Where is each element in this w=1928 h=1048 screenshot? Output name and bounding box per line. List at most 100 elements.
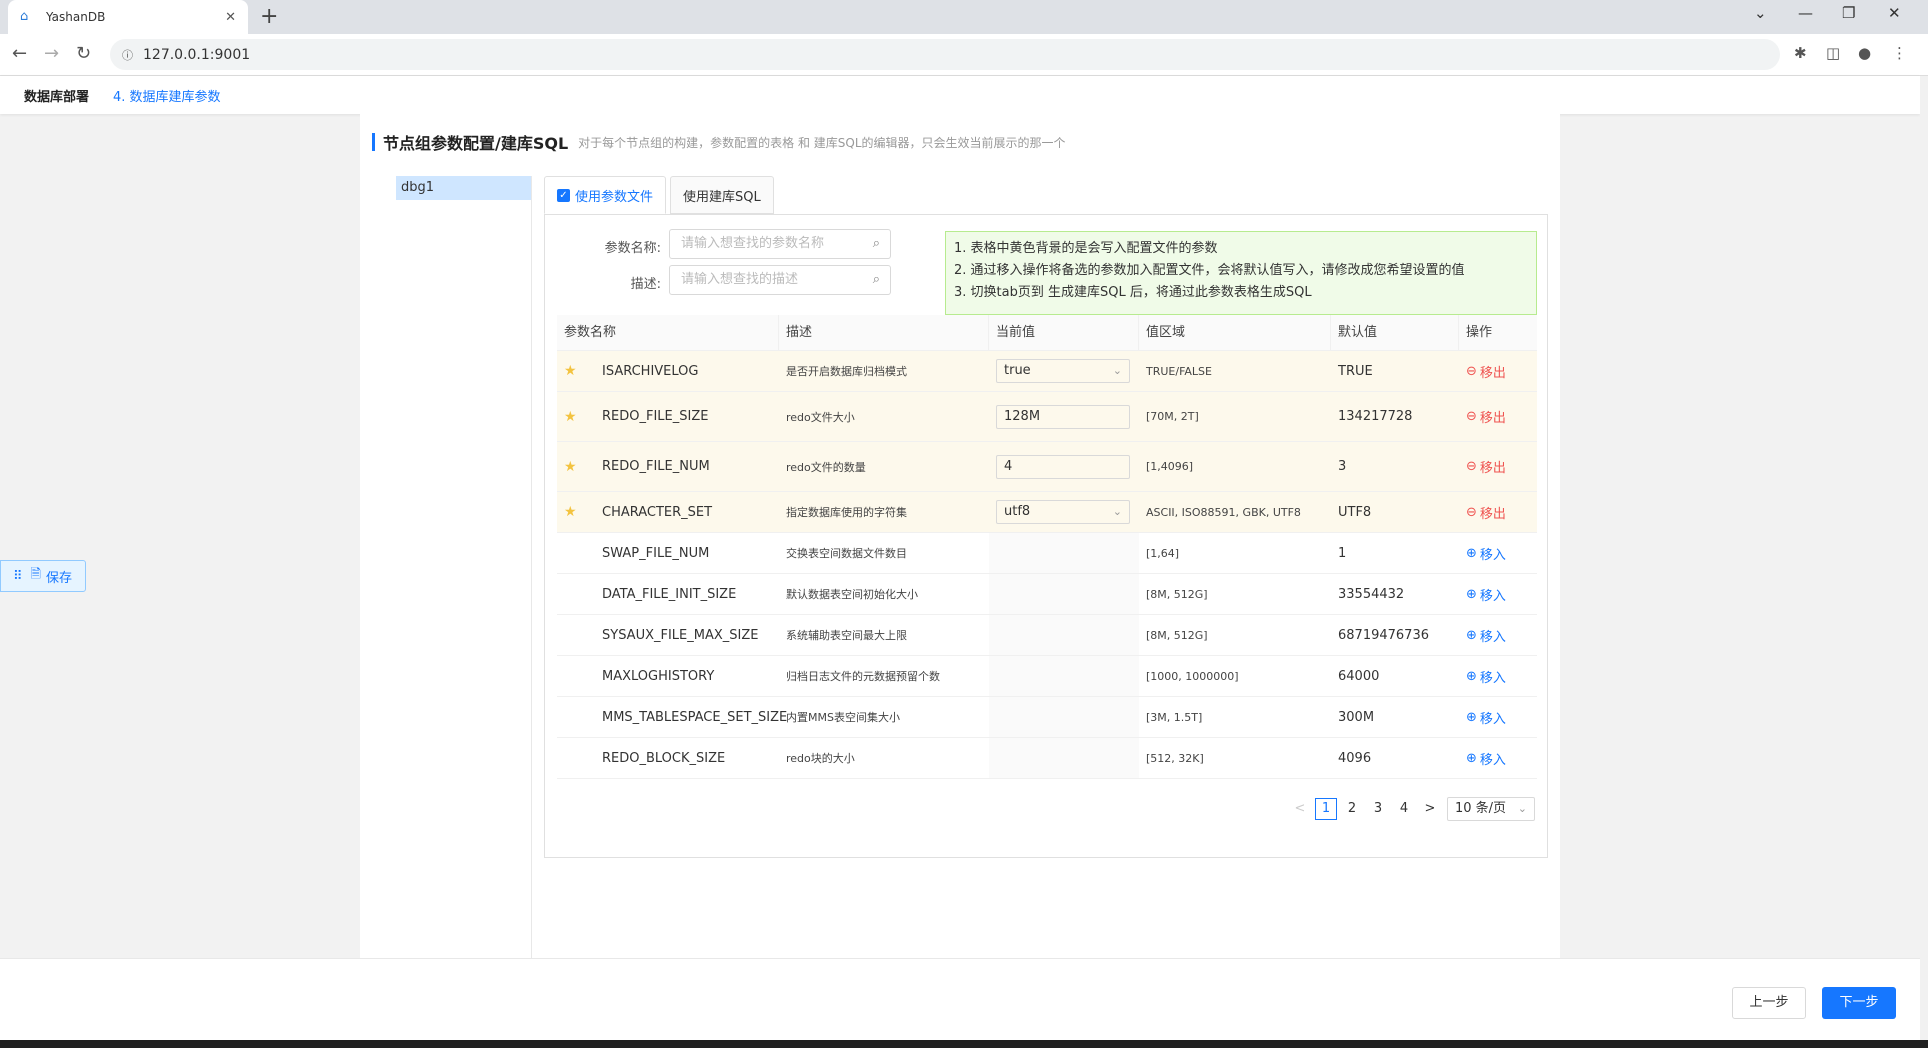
select-value: utf8 [1004, 504, 1031, 519]
plus-circle-icon: ⊕ [1466, 545, 1477, 561]
footer-bar: 上一步 下一步 [0, 958, 1920, 1040]
star-icon: ★ [564, 363, 577, 379]
url-input[interactable]: ⓘ 127.0.0.1:9001 [110, 39, 1780, 70]
page-size-value: 10 条/页 [1455, 801, 1507, 816]
param-name: REDO_FILE_SIZE [602, 409, 709, 424]
add-button[interactable]: ⊕ 移入 [1466, 749, 1506, 768]
tip-line: 3. 切换tab页到 生成建库SQL 后，将通过此参数表格生成SQL [954, 285, 1312, 300]
prev-page-button[interactable]: < [1289, 798, 1311, 820]
browser-tab[interactable]: ⌂ YashanDB ✕ [8, 0, 248, 34]
param-default: 134217728 [1338, 409, 1413, 424]
tab-search-icon[interactable]: ⌄ [1754, 4, 1767, 22]
param-default: 3 [1338, 459, 1347, 474]
param-name-search-input[interactable]: 请输入想查找的参数名称 ⌕ [669, 229, 891, 259]
param-range: [1,4096] [1146, 460, 1194, 473]
tab-param-file[interactable]: ✓ 使用参数文件 [544, 176, 667, 214]
current-step: 4. 数据库建库参数 [113, 89, 221, 105]
restore-icon[interactable]: ❐ [1842, 4, 1855, 22]
param-desc: 交换表空间数据文件数目 [786, 547, 907, 560]
add-button[interactable]: ⊕ 移入 [1466, 667, 1506, 686]
value-input[interactable]: 128M [996, 404, 1130, 429]
profile-icon[interactable]: ● [1858, 44, 1871, 62]
param-desc: 内置MMS表空间集大小 [786, 711, 900, 724]
close-window-icon[interactable]: ✕ [1888, 4, 1901, 22]
menu-icon[interactable]: ⋮ [1892, 44, 1907, 62]
tab-create-sql[interactable]: 使用建库SQL [670, 176, 774, 214]
param-name: SYSAUX_FILE_MAX_SIZE [602, 627, 759, 643]
minimize-icon[interactable]: — [1798, 4, 1813, 22]
add-button[interactable]: ⊕ 移入 [1466, 585, 1506, 604]
add-button[interactable]: ⊕ 移入 [1466, 708, 1506, 727]
node-group-list: dbg1 [396, 176, 532, 972]
param-name: REDO_BLOCK_SIZE [602, 750, 726, 766]
param-name: DATA_FILE_INIT_SIZE [602, 586, 737, 602]
param-desc: 默认数据表空间初始化大小 [786, 588, 918, 601]
remove-button[interactable]: ⊖ 移出 [1466, 407, 1506, 426]
param-name-label: 参数名称: [604, 241, 661, 256]
pagination: < 1 2 3 4 > 10 条/页 ⌄ [1285, 797, 1535, 821]
tab-param-file-label: 使用参数文件 [575, 189, 654, 205]
search-icon[interactable]: ⌕ [873, 266, 880, 294]
col-header-default: 默认值 [1331, 315, 1459, 350]
add-label: 移入 [1479, 670, 1506, 686]
search-icon[interactable]: ⌕ [873, 230, 880, 258]
site-info-icon[interactable]: ⓘ [122, 47, 133, 63]
table-header: 参数名称 描述 当前值 值区域 默认值 操作 [557, 315, 1537, 351]
param-name-placeholder: 请输入想查找的参数名称 [681, 236, 825, 251]
table-row: SYSAUX_FILE_MAX_SIZE 系统辅助表空间最大上限 [8M, 51… [557, 615, 1537, 656]
page-button[interactable]: 4 [1393, 798, 1415, 820]
star-icon: ★ [564, 458, 577, 475]
add-button[interactable]: ⊕ 移入 [1466, 626, 1506, 645]
value-input[interactable]: 4 [996, 454, 1130, 479]
param-panel: 参数名称: 请输入想查找的参数名称 ⌕ 描述: 请输入想查找的描述 ⌕ 1. 表… [544, 214, 1548, 858]
close-tab-icon[interactable]: ✕ [225, 10, 236, 25]
extensions-icon[interactable]: ✱ [1794, 44, 1807, 62]
param-default: 4096 [1338, 750, 1372, 766]
remove-button[interactable]: ⊖ 移出 [1466, 457, 1506, 476]
side-panel-icon[interactable]: ◫ [1826, 44, 1840, 62]
param-desc: 归档日志文件的元数据预留个数 [786, 670, 940, 683]
next-page-button[interactable]: > [1419, 798, 1441, 820]
param-name: SWAP_FILE_NUM [602, 545, 710, 561]
plus-circle-icon: ⊕ [1466, 586, 1477, 602]
chevron-down-icon: ⌄ [1112, 364, 1122, 377]
tip-line: 2. 通过移入操作将备选的参数加入配置文件，会将默认值写入，请修改成您希望设置的… [954, 263, 1465, 278]
app-brand: 数据库部署 [24, 89, 90, 105]
param-default: 1 [1338, 545, 1347, 561]
value-select[interactable]: utf8 ⌄ [996, 500, 1130, 524]
reload-icon[interactable]: ↻ [76, 43, 91, 64]
param-name: MAXLOGHISTORY [602, 668, 715, 684]
forward-icon[interactable]: → [44, 43, 59, 64]
save-button[interactable]: ⠿ 🗎 保存 [0, 560, 86, 592]
page-scrollbar[interactable] [1920, 76, 1928, 1040]
checkbox-checked-icon[interactable]: ✓ [557, 188, 570, 202]
remove-button[interactable]: ⊖ 移出 [1466, 503, 1506, 522]
next-step-button[interactable]: 下一步 [1822, 987, 1896, 1019]
new-tab-button[interactable]: + [260, 4, 278, 29]
tab-title: YashanDB [46, 10, 106, 24]
drag-handle-icon[interactable]: ⠿ [13, 569, 23, 584]
page-button[interactable]: 3 [1367, 798, 1389, 820]
page-size-select[interactable]: 10 条/页 ⌄ [1447, 797, 1535, 821]
page-button[interactable]: 1 [1315, 798, 1337, 820]
page-button[interactable]: 2 [1341, 798, 1363, 820]
select-value: true [1004, 363, 1031, 378]
remove-button[interactable]: ⊖ 移出 [1466, 362, 1506, 381]
tips-box: 1. 表格中黄色背景的是会写入配置文件的参数 2. 通过移入操作将备选的参数加入… [945, 231, 1537, 315]
back-icon[interactable]: ← [12, 43, 27, 64]
add-button[interactable]: ⊕ 移入 [1466, 544, 1506, 563]
chevron-down-icon: ⌄ [1517, 802, 1527, 815]
param-desc: 指定数据库使用的字符集 [786, 506, 907, 519]
param-range: [1,64] [1146, 546, 1180, 560]
desc-search-input[interactable]: 请输入想查找的描述 ⌕ [669, 265, 891, 295]
node-group-item[interactable]: dbg1 [396, 176, 531, 200]
desc-placeholder: 请输入想查找的描述 [681, 272, 799, 287]
browser-tabbar: ⌂ YashanDB ✕ + ⌄ — ❐ ✕ [0, 0, 1928, 34]
plus-circle-icon: ⊕ [1466, 668, 1477, 684]
param-default: TRUE [1338, 363, 1373, 379]
value-select[interactable]: true ⌄ [996, 359, 1130, 383]
tab-create-sql-label: 使用建库SQL [683, 189, 761, 205]
table-row: MMS_TABLESPACE_SET_SIZE 内置MMS表空间集大小 [3M,… [557, 697, 1537, 738]
param-range: [8M, 512G] [1146, 628, 1208, 642]
prev-step-button[interactable]: 上一步 [1732, 987, 1806, 1019]
